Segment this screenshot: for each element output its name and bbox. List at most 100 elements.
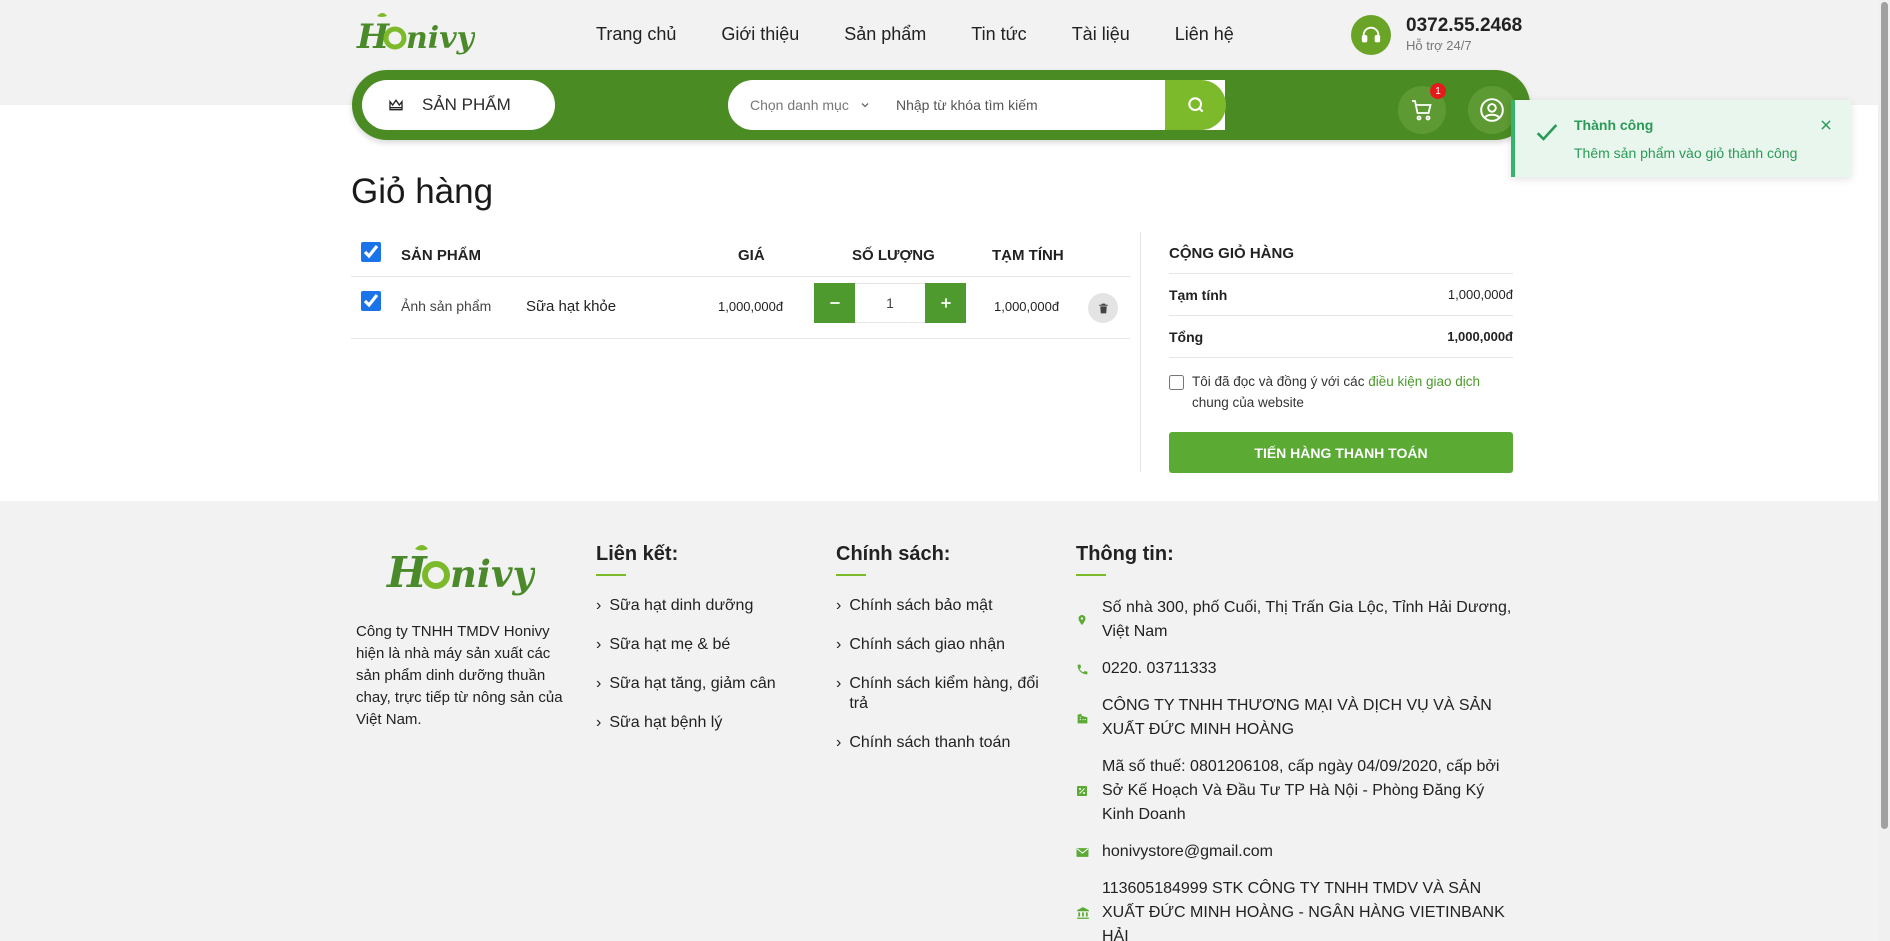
summary-subtotal-value: 1,000,000đ	[1447, 287, 1513, 302]
search-bar: SẢN PHẨM Chọn danh mục 1	[352, 70, 1530, 140]
product-image-alt[interactable]: Ảnh sản phẩm	[401, 298, 491, 314]
footer-policy-link[interactable]: › Chính sách kiểm hàng, đổi trả	[836, 674, 1046, 714]
chevron-right-icon: ›	[596, 597, 602, 614]
footer-links-title: Liên kết:	[596, 543, 679, 565]
footer-info-bank: 113605184999 STK CÔNG TY TNHH TMDV VÀ SẢ…	[1076, 877, 1518, 941]
honivy-logo[interactable]: H nivy	[355, 10, 475, 60]
support-note: Hỗ trợ 24/7	[1406, 38, 1472, 53]
chevron-right-icon: ›	[836, 734, 842, 751]
header-price: GIÁ	[738, 247, 765, 264]
delete-item-button[interactable]	[1088, 293, 1118, 323]
cart-item-row: Ảnh sản phẩm Sữa hạt khỏe 1,000,000đ 1 1…	[351, 277, 1130, 339]
toast-title: Thành công	[1574, 117, 1654, 133]
footer-info-text: CÔNG TY TNHH THƯƠNG MẠI VÀ DỊCH VỤ VÀ SẢ…	[1102, 697, 1492, 738]
footer-info-text: Mã số thuế: 0801206108, cấp ngày 04/09/2…	[1102, 758, 1500, 823]
footer-info-address: Số nhà 300, phố Cuối, Thị Trấn Gia Lộc, …	[1076, 596, 1518, 644]
footer-link-label: Sữa hạt tăng, giảm cân	[609, 675, 776, 692]
terms-prefix: Tôi đã đọc và đồng ý với các	[1192, 374, 1369, 389]
footer-about: Công ty TNHH TMDV Honivy hiện là nhà máy…	[356, 623, 563, 728]
summary-total-label: Tổng	[1169, 328, 1204, 345]
footer-info-company: CÔNG TY TNHH THƯƠNG MẠI VÀ DỊCH VỤ VÀ SẢ…	[1076, 694, 1518, 742]
footer-policy-link[interactable]: › Chính sách giao nhận	[836, 635, 1046, 655]
footer-policy-label: Chính sách bảo mật	[849, 597, 993, 614]
footer-policy-column: Chính sách: › Chính sách bảo mật › Chính s…	[836, 543, 1046, 772]
chevron-right-icon: ›	[836, 636, 842, 653]
headset-icon	[1351, 15, 1391, 55]
summary-total-value: 1,000,000đ	[1447, 329, 1513, 344]
footer-info-tax: Mã số thuế: 0801206108, cấp ngày 04/09/2…	[1076, 755, 1518, 827]
products-menu-label: SẢN PHẨM	[422, 95, 511, 114]
summary-subtotal-label: Tạm tính	[1169, 286, 1228, 303]
search-input[interactable]	[888, 85, 1208, 125]
success-toast: Thành công Thêm sản phẩm vào giỏ thành c…	[1511, 100, 1851, 177]
nav-documents[interactable]: Tài liệu	[1072, 24, 1130, 45]
footer-info-phone[interactable]: 0220. 03711333	[1076, 657, 1518, 681]
products-menu-button[interactable]: SẢN PHẨM	[362, 80, 555, 130]
nav-home[interactable]: Trang chủ	[596, 24, 676, 45]
crown-icon	[389, 99, 403, 111]
search-icon	[1187, 97, 1203, 113]
trash-icon	[1098, 303, 1108, 313]
product-name[interactable]: Sữa hạt khỏe	[526, 298, 616, 315]
cart-table: SẢN PHẨM GIÁ SỐ LƯỢNG TẠM TÍNH Ảnh sản p…	[351, 232, 1130, 339]
quantity-stepper: 1	[814, 283, 966, 323]
footer-link[interactable]: › Sữa hạt bệnh lý	[596, 713, 806, 733]
footer-info-text: 113605184999 STK CÔNG TY TNHH TMDV VÀ SẢ…	[1102, 880, 1505, 941]
decrease-button[interactable]	[814, 283, 855, 323]
svg-text:nivy: nivy	[406, 21, 475, 56]
category-select[interactable]: Chọn danh mục	[728, 97, 888, 113]
footer-info-column: Thông tin: Số nhà 300, phố Cuối, Thị Trấ…	[1076, 543, 1518, 941]
scrollbar-thumb[interactable]	[1881, 2, 1888, 829]
footer-policy-title: Chính sách:	[836, 543, 951, 565]
select-all-checkbox[interactable]	[361, 242, 381, 262]
page-scrollbar[interactable]	[1878, 0, 1890, 941]
item-subtotal: 1,000,000đ	[994, 299, 1060, 314]
close-icon[interactable]	[1819, 118, 1833, 132]
footer-logo[interactable]: H nivy	[385, 541, 535, 601]
footer-policy-link[interactable]: › Chính sách thanh toán	[836, 733, 1046, 753]
nav-about[interactable]: Giới thiệu	[721, 24, 799, 45]
footer-policy-link[interactable]: › Chính sách bảo mật	[836, 596, 1046, 616]
svg-text:H: H	[386, 548, 428, 597]
terms-link[interactable]: điều kiện giao dịch	[1368, 374, 1480, 389]
phone-icon	[1076, 657, 1090, 681]
header-product: SẢN PHẨM	[401, 247, 482, 264]
footer-policy-label: Chính sách thanh toán	[849, 734, 1011, 751]
summary-title: CỘNG GIỎ HÀNG	[1169, 232, 1513, 274]
svg-text:nivy: nivy	[450, 552, 535, 596]
footer-info-text: 0220. 03711333	[1102, 660, 1217, 677]
footer-policy-underline	[836, 574, 866, 576]
support-phone[interactable]: 0372.55.2468	[1406, 15, 1522, 37]
footer-link-label: Sữa hạt mẹ & bé	[609, 636, 731, 653]
checkout-button[interactable]: TIẾN HÀNG THANH TOÁN	[1169, 432, 1513, 473]
cart-summary: CỘNG GIỎ HÀNG Tạm tính 1,000,000đ Tổng 1…	[1169, 232, 1513, 473]
search-button[interactable]	[1165, 80, 1226, 130]
terms-agreement: Tôi đã đọc và đồng ý với các điều kiện g…	[1169, 371, 1513, 413]
chevron-down-icon	[861, 103, 869, 108]
cart-icon	[1412, 100, 1432, 121]
top-header: H nivy Trang chủ Giới thiệu Sản phẩm Tin…	[0, 0, 1890, 72]
chevron-right-icon: ›	[596, 714, 602, 731]
item-checkbox[interactable]	[361, 291, 381, 311]
cart-button[interactable]: 1	[1398, 83, 1446, 134]
plus-icon	[940, 298, 951, 308]
nav-contact[interactable]: Liên hệ	[1175, 24, 1234, 45]
quantity-value[interactable]: 1	[855, 283, 925, 323]
nav-news[interactable]: Tin tức	[971, 24, 1026, 45]
chevron-right-icon: ›	[836, 597, 842, 614]
footer-link-label: Sữa hạt dinh dưỡng	[609, 597, 754, 614]
footer-link[interactable]: › Sữa hạt mẹ & bé	[596, 635, 806, 655]
minus-icon	[829, 302, 840, 304]
account-button[interactable]	[1468, 86, 1516, 134]
footer-link[interactable]: › Sữa hạt tăng, giảm cân	[596, 674, 806, 694]
increase-button[interactable]	[925, 283, 966, 323]
footer-links-underline	[596, 574, 626, 576]
footer-link[interactable]: › Sữa hạt dinh dưỡng	[596, 596, 806, 616]
summary-total-row: Tổng 1,000,000đ	[1169, 316, 1513, 358]
product-price: 1,000,000đ	[718, 299, 784, 314]
footer-link-label: Sữa hạt bệnh lý	[609, 714, 723, 731]
nav-products[interactable]: Sản phẩm	[844, 24, 926, 45]
terms-checkbox[interactable]	[1169, 375, 1184, 390]
footer-info-email[interactable]: honivystore@gmail.com	[1076, 840, 1518, 864]
mail-icon	[1076, 840, 1090, 864]
